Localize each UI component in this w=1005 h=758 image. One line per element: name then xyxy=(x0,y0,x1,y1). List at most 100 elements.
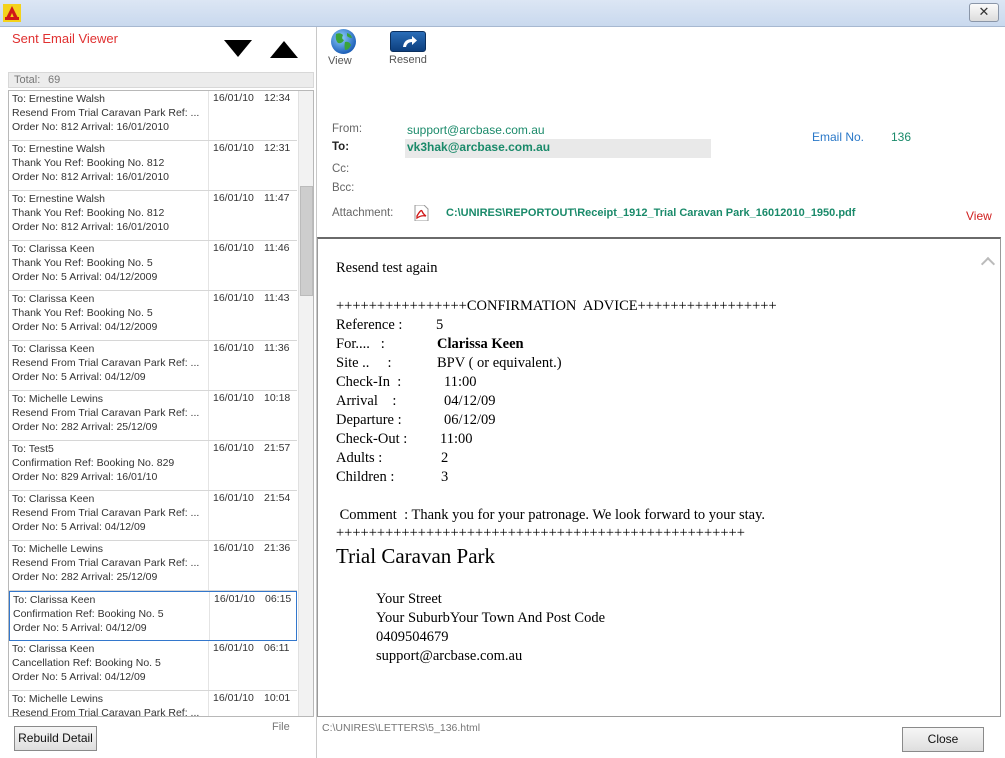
list-scrollbar[interactable] xyxy=(298,91,313,716)
column-separator xyxy=(208,441,209,490)
email-date: 16/01/10 xyxy=(213,92,254,104)
sent-email-list[interactable]: To: Michelle Lewins Resend From Trial Car… xyxy=(8,90,314,717)
attachment-view-link[interactable]: View xyxy=(966,209,992,223)
email-time: 10:01 xyxy=(264,692,291,704)
email-list-item[interactable]: To: Ernestine Walsh Resend From Trial Car… xyxy=(9,91,297,141)
email-list-item[interactable]: To: Clarissa Keen Thank You Ref: Booking … xyxy=(9,291,297,341)
email-subject: Confirmation Ref: Booking No. 829 xyxy=(12,457,175,469)
rebuild-detail-button[interactable]: Rebuild Detail xyxy=(14,726,97,751)
scroll-down-arrow-icon[interactable] xyxy=(224,40,252,57)
total-bar: Total: 69 xyxy=(8,72,314,88)
email-list-item[interactable]: To: Michelle Lewins Resend From Trial Car… xyxy=(9,391,297,441)
column-separator xyxy=(208,641,209,690)
resend-arrow-icon[interactable] xyxy=(390,31,426,52)
email-body-view[interactable]: Resend test again ++++++++++++++++CONFIR… xyxy=(317,237,1001,717)
email-subject: Thank You Ref: Booking No. 5 xyxy=(12,257,153,269)
email-date: 16/01/10 xyxy=(213,292,254,304)
email-recipient: To: Ernestine Walsh xyxy=(12,193,105,205)
view-button-label[interactable]: View xyxy=(328,55,352,67)
email-recipient: To: Clarissa Keen xyxy=(12,493,95,505)
app-logo-icon xyxy=(3,4,21,22)
email-subject: Resend From Trial Caravan Park Ref: ... xyxy=(12,707,200,717)
body-scroll-up-icon[interactable] xyxy=(980,256,996,272)
comment-divider: ++++++++++++++++++++++++++++++++++++++++… xyxy=(336,525,745,541)
title-bar: ✕ xyxy=(0,0,1005,27)
email-list-item[interactable]: To: Ernestine Walsh Thank You Ref: Bookin… xyxy=(9,141,297,191)
email-subject: Confirmation Ref: Booking No. 5 xyxy=(13,608,164,620)
email-date: 16/01/10 xyxy=(213,192,254,204)
email-recipient: To: Michelle Lewins xyxy=(12,693,104,705)
body-scrollbar[interactable] xyxy=(974,239,1000,715)
email-list-item[interactable]: To: Michelle Lewins Resend From Trial Car… xyxy=(9,541,297,591)
email-list-item[interactable]: To: Ernestine Walsh Thank You Ref: Bookin… xyxy=(9,191,297,241)
email-recipient: To: Clarissa Keen xyxy=(13,594,96,606)
email-order-info: Order No: 282 Arrival: 25/12/09 xyxy=(12,421,158,433)
booking-field-value: 3 xyxy=(441,469,449,485)
email-time: 11:46 xyxy=(264,242,290,254)
list-scrollbar-thumb[interactable] xyxy=(300,186,313,296)
email-list-item[interactable]: To: Test5 Confirmation Ref: Booking No. 8… xyxy=(9,441,297,491)
from-label: From: xyxy=(332,123,363,135)
email-date: 16/01/10 xyxy=(213,442,254,454)
email-date: 16/01/10 xyxy=(213,692,254,704)
attachment-label: Attachment: xyxy=(332,207,394,219)
column-separator xyxy=(208,341,209,390)
resend-button-label[interactable]: Resend xyxy=(389,54,427,66)
email-recipient: To: Ernestine Walsh xyxy=(12,143,105,155)
booking-field-value: Clarissa Keen xyxy=(437,336,524,352)
email-subject: Resend From Trial Caravan Park Ref: ... xyxy=(12,357,200,369)
email-time: 12:31 xyxy=(264,142,291,154)
globe-view-icon[interactable] xyxy=(330,28,357,55)
email-time: 12:34 xyxy=(264,92,291,104)
email-subject: Resend From Trial Caravan Park Ref: ... xyxy=(12,107,200,119)
booking-field-label: Site .. : xyxy=(336,355,392,371)
booking-field-label: Check-In : xyxy=(336,374,402,390)
email-recipient: To: Clarissa Keen xyxy=(12,643,95,655)
cc-label: Cc: xyxy=(332,163,350,175)
bcc-label: Bcc: xyxy=(332,182,355,194)
email-subject: Resend From Trial Caravan Park Ref: ... xyxy=(12,507,200,519)
email-recipient: To: Test5 xyxy=(12,443,54,455)
email-date: 16/01/10 xyxy=(213,492,254,504)
email-subject: Thank You Ref: Booking No. 812 xyxy=(12,207,165,219)
booking-field-value: 5 xyxy=(436,317,444,333)
column-separator xyxy=(209,592,210,640)
email-list-item[interactable]: To: Clarissa Keen Resend From Trial Carav… xyxy=(9,341,297,391)
scroll-up-arrow-icon[interactable] xyxy=(270,41,298,58)
close-button[interactable]: Close xyxy=(902,727,984,752)
window-close-button[interactable]: ✕ xyxy=(969,3,999,22)
booking-comment: Comment : Thank you for your patronage. … xyxy=(336,507,766,523)
email-date: 16/01/10 xyxy=(214,593,255,605)
booking-field-value: 04/12/09 xyxy=(444,393,496,409)
email-subject: Resend From Trial Caravan Park Ref: ... xyxy=(12,407,200,419)
email-list-item[interactable]: To: Clarissa Keen Confirmation Ref: Booki… xyxy=(9,591,297,641)
from-value: support@arcbase.com.au xyxy=(407,123,545,137)
booking-field-value: 11:00 xyxy=(440,431,473,447)
booking-field-value: 2 xyxy=(441,450,449,466)
email-subject: Cancellation Ref: Booking No. 5 xyxy=(12,657,161,669)
booking-field-label: For.... : xyxy=(336,336,385,352)
email-order-info: Order No: 5 Arrival: 04/12/2009 xyxy=(12,321,158,333)
email-recipient: To: Ernestine Walsh xyxy=(12,93,105,105)
email-date: 16/01/10 xyxy=(213,342,254,354)
email-list-item[interactable]: To: Michelle Lewins Resend From Trial Car… xyxy=(9,691,297,717)
email-list-item[interactable]: To: Clarissa Keen Thank You Ref: Booking … xyxy=(9,241,297,291)
email-order-info: Order No: 812 Arrival: 16/01/2010 xyxy=(12,221,170,233)
booking-field-label: Arrival : xyxy=(336,393,397,409)
email-order-info: Order No: 5 Arrival: 04/12/2009 xyxy=(12,271,158,283)
email-date: 16/01/10 xyxy=(213,242,254,254)
email-recipient: To: Michelle Lewins xyxy=(12,393,104,405)
email-date: 16/01/10 xyxy=(213,142,254,154)
email-time: 11:36 xyxy=(264,342,290,354)
booking-field-label: Adults : xyxy=(336,450,383,466)
attachment-path[interactable]: C:\UNIRES\REPORTOUT\Receipt_1912_Trial C… xyxy=(446,207,855,219)
email-recipient: To: Michelle Lewins xyxy=(12,543,104,555)
park-address-line: Your Street xyxy=(376,591,442,607)
email-list-item[interactable]: To: Clarissa Keen Cancellation Ref: Booki… xyxy=(9,641,297,691)
email-order-info: Order No: 5 Arrival: 04/12/09 xyxy=(12,371,146,383)
email-list-item[interactable]: To: Clarissa Keen Resend From Trial Carav… xyxy=(9,491,297,541)
column-separator xyxy=(208,291,209,340)
email-order-info: Order No: 829 Arrival: 16/01/10 xyxy=(12,471,158,483)
park-address-line: Your SuburbYour Town And Post Code xyxy=(376,610,606,626)
to-value: vk3hak@arcbase.com.au xyxy=(407,140,551,154)
